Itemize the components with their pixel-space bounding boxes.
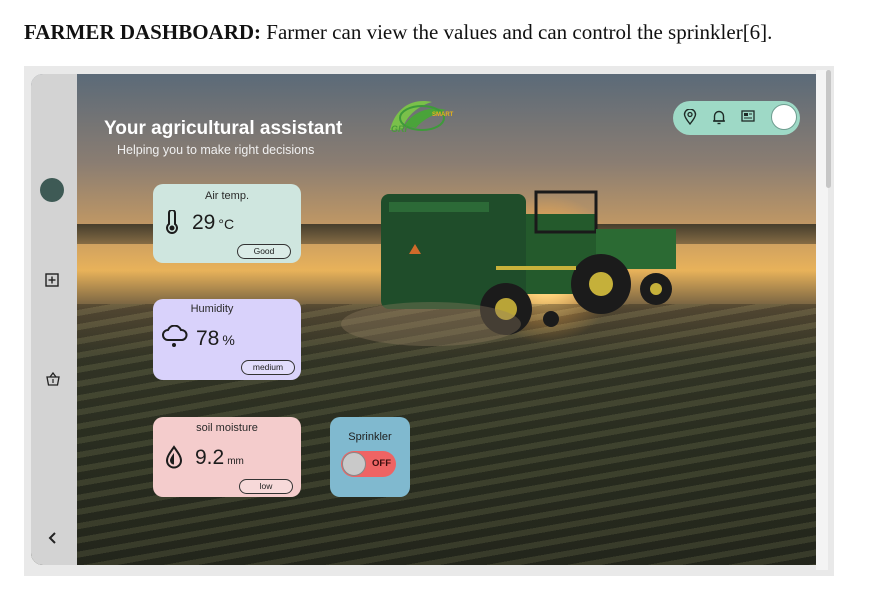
soil-moisture-unit: mm: [227, 456, 244, 467]
logo-text: GRI: [391, 124, 408, 134]
humidity-value-row: 78%: [196, 327, 235, 351]
air-temp-unit: °C: [218, 216, 235, 232]
air-temp-title: Air temp.: [204, 190, 249, 202]
soil-moisture-value-row: 9.2 mm: [195, 446, 244, 470]
sprinkler-toggle[interactable]: OFF: [341, 451, 396, 477]
news-icon[interactable]: [739, 109, 757, 127]
thermometer-icon: [164, 209, 180, 239]
sprinkler-title: Sprinkler: [348, 431, 392, 443]
soil-moisture-card: soil moisture 9.2 mm low: [153, 417, 301, 497]
air-temp-status-badge: Good: [237, 244, 291, 259]
humidity-value: 78: [196, 327, 220, 350]
humidity-status-badge: medium: [241, 360, 295, 375]
sprinkler-toggle-knob[interactable]: [342, 452, 366, 476]
air-temp-card: Air temp. 29 °C Good: [153, 184, 301, 263]
sprinkler-card: Sprinkler OFF: [330, 417, 410, 497]
air-temp-value-row: 29 °C: [192, 211, 234, 235]
top-toolbar: [673, 101, 800, 135]
logo-smart-text: SMART: [432, 112, 454, 118]
basket-icon[interactable]: [45, 371, 61, 388]
hero-title: Your agricultural assistant: [104, 118, 343, 139]
humidity-card: Humidity 78% medium: [153, 299, 301, 380]
caption-bold: FARMER DASHBOARD:: [24, 20, 262, 44]
drop-icon: [164, 445, 184, 474]
humidity-unit: %: [222, 332, 235, 348]
figure-caption: FARMER DASHBOARD: Farmer can view the va…: [24, 20, 854, 45]
chevron-left-icon[interactable]: [45, 531, 61, 547]
avatar[interactable]: [40, 178, 64, 202]
bell-icon[interactable]: [710, 109, 728, 127]
air-temp-value: 29: [192, 211, 216, 234]
soil-moisture-value: 9.2: [195, 446, 225, 469]
plus-square-icon[interactable]: [44, 273, 60, 289]
humidity-title: Humidity: [190, 303, 234, 315]
location-pin-icon[interactable]: [681, 108, 699, 127]
scrollbar-thumb[interactable]: [826, 70, 831, 188]
soil-moisture-title: soil moisture: [196, 422, 258, 434]
profile-toggle[interactable]: [771, 104, 797, 130]
hero-subtitle: Helping you to make right decisions: [117, 143, 315, 157]
sprinkler-state-label: OFF: [372, 458, 391, 469]
caption-text: Farmer can view the values and can contr…: [261, 20, 773, 44]
sidebar: [31, 74, 77, 565]
soil-moisture-status-badge: low: [239, 479, 293, 494]
cloud-rain-icon: [162, 324, 188, 354]
